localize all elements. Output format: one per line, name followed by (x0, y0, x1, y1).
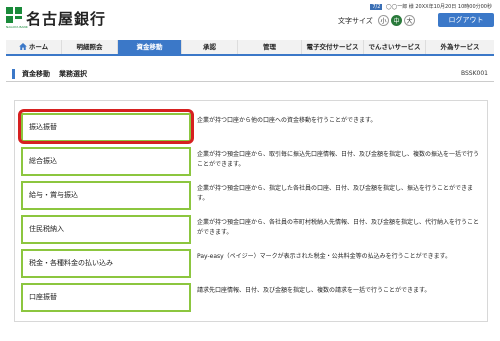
menu-description: 企業が持つ預金口座から、指定した各社員の口座、日付、及び金額を指定し、振込を行う… (197, 185, 474, 202)
nav-approval[interactable]: 承認 (182, 40, 238, 54)
nav-statement[interactable]: 明細照会 (62, 40, 118, 54)
page-subtitle: 業務選択 (59, 70, 87, 78)
menu-row: 総合振込 企業が持つ預金口座から、取引毎に振込先口座情報、日付、及び金額を指定し… (21, 147, 483, 177)
bulk-transfer-button[interactable]: 総合振込 (21, 147, 191, 176)
global-nav: ホーム 明細照会 資金移動 承認 管理 電子交付サービス でんさいサービス 外為… (6, 40, 494, 56)
font-size-large-button[interactable]: 大 (404, 15, 415, 26)
account-transfer-button[interactable]: 口座振替 (21, 283, 191, 312)
home-icon (18, 43, 27, 50)
salary-transfer-button[interactable]: 給与・賞与振込 (21, 181, 191, 210)
bank-logo-mark-icon (6, 7, 22, 24)
user-datetime: ◯◯一郎 様 20XX年10月20日 10時00分00秒 (386, 4, 492, 10)
highlight-box (18, 109, 194, 144)
bank-name: 名古屋銀行 (26, 10, 107, 28)
user-info: 7/2 ◯◯一郎 様 20XX年10月20日 10時00分00秒 (370, 3, 492, 10)
bank-name-en: NAGOYA BANK (6, 25, 28, 29)
menu-description: 企業が持つ口座から他の口座への資金移動を行うことができます。 (197, 117, 377, 124)
nav-home-label: ホーム (28, 43, 49, 51)
nav-forex[interactable]: 外為サービス (426, 40, 494, 54)
nav-e-delivery[interactable]: 電子交付サービス (302, 40, 364, 54)
tax-payment-button[interactable]: 税金・各種料金の払い込み (21, 249, 191, 278)
logout-button[interactable]: ログアウト (438, 13, 494, 27)
font-size-medium-button[interactable]: 中 (391, 15, 402, 26)
resident-tax-button[interactable]: 住民税納入 (21, 215, 191, 244)
transfer-menu-panel: 振込振替 企業が持つ口座から他の口座への資金移動を行うことができます。 総合振込… (14, 100, 488, 322)
font-size-label: 文字サイズ (338, 17, 373, 25)
page-title-bar: 資金移動 業務選択 BSSK001 (6, 66, 494, 82)
title-accent (12, 69, 15, 79)
header: 名古屋銀行 NAGOYA BANK 7/2 ◯◯一郎 様 20XX年10月20日… (0, 0, 500, 40)
menu-row: 税金・各種料金の払い込み Pay-easy（ペイジー）マークが表示された税金・公… (21, 249, 483, 279)
menu-row: 振込振替 企業が持つ口座から他の口座への資金移動を行うことができます。 (18, 109, 483, 144)
menu-description: 企業が持つ預金口座から、各社員の市町村税納入先情報、日付、及び金額を指定し、代行… (197, 219, 480, 236)
font-size-small-button[interactable]: 小 (378, 15, 389, 26)
menu-description: Pay-easy（ペイジー）マークが表示された税金・公共料金等の払込みを行うこと… (197, 253, 452, 260)
menu-row: 住民税納入 企業が持つ預金口座から、各社員の市町村税納入先情報、日付、及び金額を… (21, 215, 483, 245)
nav-home[interactable]: ホーム (6, 40, 62, 54)
nav-densai[interactable]: でんさいサービス (364, 40, 426, 54)
user-badge: 7/2 (370, 4, 383, 10)
nav-fund-transfer[interactable]: 資金移動 (118, 40, 182, 54)
menu-row: 口座振替 請求先口座情報、日付、及び金額を指定し、複数の請求を一括で行うことがで… (21, 283, 483, 313)
menu-row: 給与・賞与振込 企業が持つ預金口座から、指定した各社員の口座、日付、及び金額を指… (21, 181, 483, 211)
menu-description: 企業が持つ預金口座から、取引毎に振込先口座情報、日付、及び金額を指定し、複数の振… (197, 151, 480, 168)
page-title: 資金移動 (22, 70, 50, 78)
menu-description: 請求先口座情報、日付、及び金額を指定し、複数の請求を一括で行うことができます。 (197, 287, 431, 294)
screen-id: BSSK001 (460, 70, 488, 77)
bank-logo: 名古屋銀行 NAGOYA BANK (6, 7, 146, 29)
nav-admin[interactable]: 管理 (238, 40, 302, 54)
